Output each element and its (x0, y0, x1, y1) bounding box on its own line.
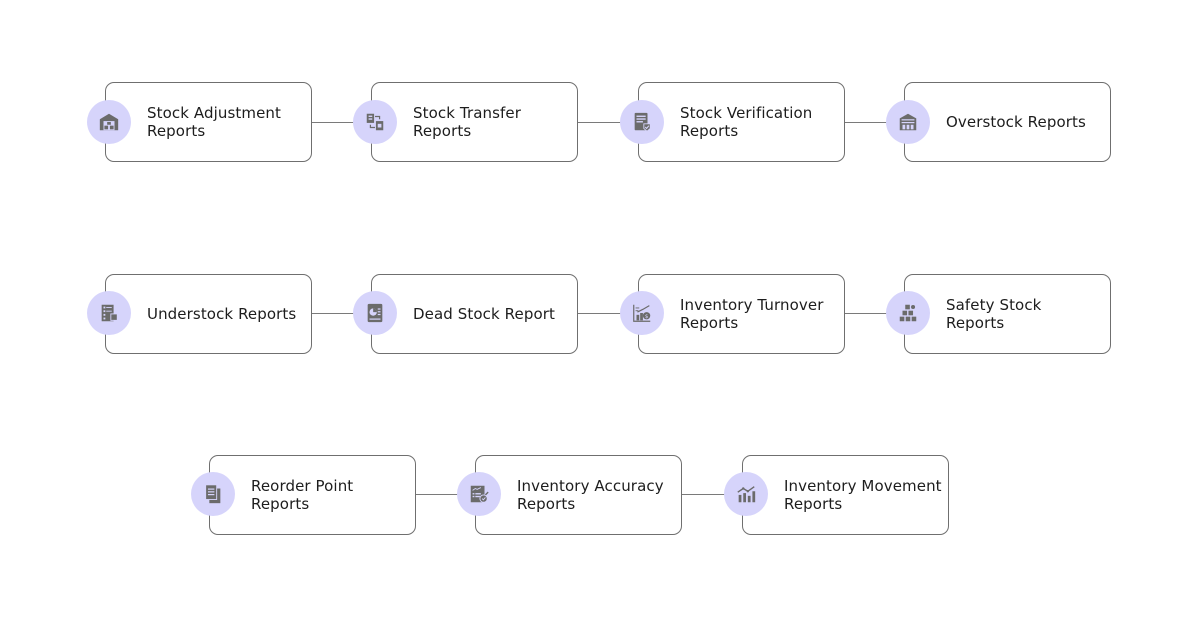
verified-document-icon (620, 100, 664, 144)
svg-text:$: $ (645, 314, 649, 320)
node-label: Dead Stock Report (413, 305, 555, 323)
bar-growth-icon (724, 472, 768, 516)
node-inventory-accuracy-reports: Inventory Accuracy Reports (475, 455, 682, 535)
node-label: Inventory Accuracy Reports (517, 477, 664, 513)
node-stock-transfer-reports: Stock Transfer Reports (371, 82, 578, 162)
node-label: Stock Adjustment Reports (147, 104, 281, 140)
stacked-boxes-icon (886, 291, 930, 335)
node-label: Inventory Movement Reports (784, 477, 942, 513)
node-label: Inventory Turnover Reports (680, 296, 824, 332)
building-icon (886, 100, 930, 144)
node-label: Understock Reports (147, 305, 297, 323)
node-label: Reorder Point Reports (251, 477, 354, 513)
node-inventory-turnover-reports: Inventory Turnover Reports (638, 274, 845, 354)
node-label: Overstock Reports (946, 113, 1086, 131)
node-reorder-point-reports: Reorder Point Reports (209, 455, 416, 535)
node-stock-verification-reports: Stock Verification Reports (638, 82, 845, 162)
checklist-boxes-icon (87, 291, 131, 335)
node-label: Safety Stock Reports (946, 296, 1042, 332)
node-label: Stock Verification Reports (680, 104, 813, 140)
node-dead-stock-report: Dead Stock Report (371, 274, 578, 354)
node-label: Stock Transfer Reports (413, 104, 521, 140)
node-understock-reports: Understock Reports (105, 274, 312, 354)
copy-documents-icon (191, 472, 235, 516)
clipboard-check-icon (457, 472, 501, 516)
warehouse-icon (87, 100, 131, 144)
node-inventory-movement-reports: Inventory Movement Reports (742, 455, 949, 535)
pie-report-icon (353, 291, 397, 335)
trend-money-icon: $ (620, 291, 664, 335)
transfer-documents-icon (353, 100, 397, 144)
node-stock-adjustment-reports: Stock Adjustment Reports (105, 82, 312, 162)
node-overstock-reports: Overstock Reports (904, 82, 1111, 162)
node-safety-stock-reports: Safety Stock Reports (904, 274, 1111, 354)
